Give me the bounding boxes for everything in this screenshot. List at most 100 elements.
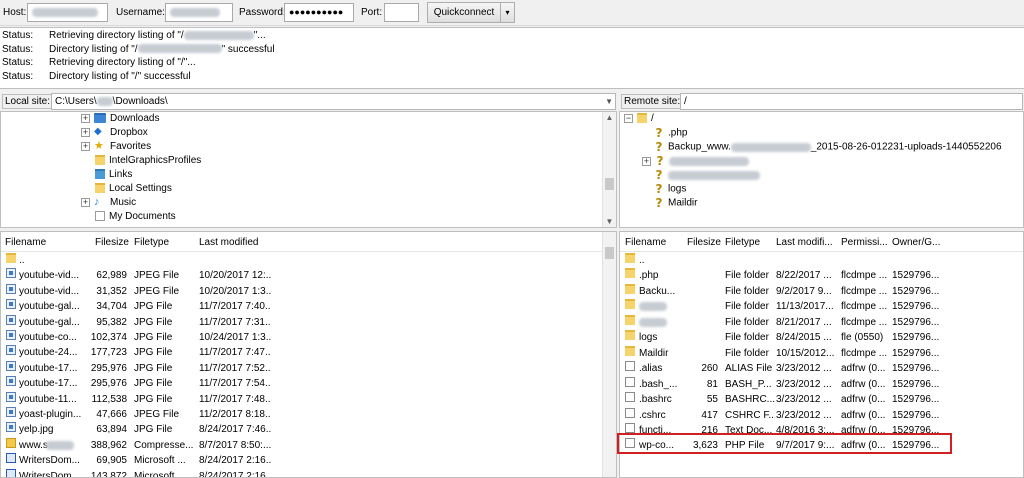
column-header-owner[interactable]: Owner/G...	[892, 237, 940, 248]
password-field[interactable]: ●●●●●●●●●●	[284, 3, 354, 22]
image-file-icon	[6, 299, 16, 310]
tree-item[interactable]: + Downloads	[81, 112, 159, 126]
host-field[interactable]	[27, 3, 108, 22]
column-header-filename[interactable]: Filename	[5, 237, 46, 248]
file-row[interactable]: youtube-24... 177,723 JPG File 11/7/2017 7:…	[1, 345, 616, 361]
file-name: ..	[639, 255, 645, 266]
quickconnect-dropdown[interactable]: ▾	[501, 2, 515, 23]
log-redacted	[183, 30, 254, 40]
chevron-down-icon[interactable]: ▼	[605, 94, 613, 109]
file-type: BASHRC...	[725, 394, 775, 406]
file-row[interactable]: logs File folder 8/24/2015 ... fle (0550) 15…	[620, 330, 1023, 346]
file-permissions: flcdmpe ...	[841, 285, 888, 297]
tree-item[interactable]: ? .php	[654, 126, 688, 140]
tree-item[interactable]: My Documents	[95, 210, 176, 224]
file-row[interactable]: WritersDom... 69,905 Microsoft ... 8/24/201…	[1, 453, 616, 469]
music-icon: ♪	[94, 196, 100, 209]
log-key: Status:	[2, 30, 34, 41]
file-row[interactable]: File folder 11/13/2017... flcdmpe ... 15297…	[620, 299, 1023, 315]
tree-item[interactable]: − /	[624, 112, 654, 126]
file-size: 388,962	[90, 439, 127, 451]
tree-item[interactable]: IntelGraphicsProfiles	[95, 154, 201, 168]
file-row[interactable]: www.s 388,962 Compresse... 8/7/2017 8:50:..…	[1, 437, 616, 454]
file-row[interactable]: youtube-co... 102,374 JPG File 10/24/2017 1…	[1, 330, 616, 346]
tree-label: Local Settings	[109, 183, 172, 194]
tree-item[interactable]: ? logs	[654, 182, 687, 196]
scroll-thumb[interactable]	[605, 247, 614, 259]
file-row[interactable]: .alias 260 ALIAS File 3/23/2012 ... adfrw (0…	[620, 361, 1023, 377]
file-row[interactable]: ..	[1, 253, 616, 269]
file-row[interactable]: .bash_... 81 BASH_P... 3/23/2012 ... adfrw (…	[620, 376, 1023, 393]
column-header-filetype[interactable]: Filetype	[134, 237, 169, 248]
file-row[interactable]: .php File folder 8/22/2017 ... flcdmpe ... 1…	[620, 268, 1023, 284]
file-row[interactable]: ..	[620, 253, 1023, 269]
file-row[interactable]: .bashrc 55 BASHRC... 3/23/2012 ... adfrw (0.…	[620, 392, 1023, 408]
local-site-path[interactable]: C:\Users\ \Downloads\ ▼	[51, 93, 616, 110]
file-modified: 3/23/2012 ...	[776, 394, 832, 406]
tree-item[interactable]: Links	[95, 168, 132, 182]
column-header-filetype[interactable]: Filetype	[725, 237, 760, 248]
file-row[interactable]: WritersDom... 143,872 Microsoft ... 8/24/20…	[1, 468, 616, 477]
file-type: BASH_P...	[725, 378, 772, 390]
file-size: 31,352	[96, 285, 127, 297]
message-log[interactable]: Status: Retrieving directory listing of "…	[0, 27, 1024, 89]
file-row[interactable]: yelp.jpg 63,894 JPG File 8/24/2017 7:46...	[1, 422, 616, 438]
file-modified: 8/7/2017 8:50:...	[199, 439, 271, 451]
file-row[interactable]: Maildir File folder 10/15/2012... flcdmpe .…	[620, 345, 1023, 362]
tree-item[interactable]: + ♪ Music	[81, 196, 136, 210]
tree-item[interactable]: ?	[654, 168, 760, 182]
scroll-thumb[interactable]	[605, 178, 614, 190]
column-header-filesize[interactable]: Filesize	[95, 237, 129, 248]
username-field[interactable]	[165, 3, 233, 22]
file-modified: 11/7/2017 7:40...	[199, 301, 271, 313]
file-type: CSHRC F...	[725, 409, 775, 421]
column-header-modified[interactable]: Last modifi...	[776, 237, 833, 248]
file-row[interactable]: youtube-vid... 62,989 JPEG File 10/20/2017 …	[1, 268, 616, 284]
file-modified: 10/20/2017 1:3...	[199, 285, 271, 297]
expand-icon[interactable]: +	[81, 197, 90, 207]
file-size: 295,976	[90, 362, 127, 374]
file-name: logs	[639, 332, 658, 344]
file-row[interactable]: yoast-plugin... 47,666 JPEG File 11/2/2017 …	[1, 407, 616, 423]
tree-item[interactable]: +?	[642, 154, 749, 168]
collapse-icon[interactable]: −	[624, 113, 633, 123]
local-tree: + Downloads + ◆ Dropbox + ★ Favorites IntelGr…	[0, 111, 617, 228]
expand-icon[interactable]: +	[81, 127, 90, 137]
tree-item[interactable]: ? Backup_www. _2015-08-26-012231-uploads-1…	[654, 140, 1002, 154]
file-row[interactable]: youtube-17... 295,976 JPG File 11/7/2017 7:…	[1, 360, 616, 377]
quickconnect-button[interactable]: Quickconnect	[427, 2, 501, 23]
tree-item[interactable]: Local Settings	[95, 182, 172, 196]
tree-item[interactable]: + ★ Favorites	[81, 140, 151, 154]
file-row[interactable]: youtube-vid... 31,352 JPEG File 10/20/2017 …	[1, 283, 616, 300]
file-row[interactable]: Backu... File folder 9/2/2017 9... flcdmpe …	[620, 283, 1023, 300]
scroll-up-icon[interactable]: ▲	[603, 113, 616, 122]
column-header-permissions[interactable]: Permissi...	[841, 237, 888, 248]
image-file-icon	[6, 360, 16, 371]
file-row[interactable]: File folder 8/21/2017 ... flcdmpe ... 15297…	[620, 314, 1023, 331]
tree-item[interactable]: ? Maildir	[654, 196, 698, 210]
expand-icon[interactable]: +	[81, 141, 90, 151]
expand-icon[interactable]: +	[81, 113, 90, 123]
file-row[interactable]: youtube-gal... 34,704 JPG File 11/7/2017 7:…	[1, 299, 616, 315]
local-list-scrollbar[interactable]	[602, 232, 616, 477]
file-type: JPEG File	[134, 285, 180, 297]
column-header-filename[interactable]: Filename	[625, 237, 666, 248]
file-row[interactable]: .cshrc 417 CSHRC F... 3/23/2012 ... adfrw (0…	[620, 407, 1023, 424]
file-type: JPEG File	[134, 409, 180, 420]
file-size: 55	[706, 394, 718, 406]
log-text-end: " successful	[221, 43, 275, 55]
expand-icon[interactable]: +	[642, 156, 651, 166]
file-row[interactable]: youtube-11... 112,538 JPG File 11/7/2017 7:…	[1, 391, 616, 408]
remote-site-path[interactable]: /	[680, 93, 1023, 110]
local-tree-scrollbar[interactable]: ▲ ▼	[602, 112, 616, 227]
port-field[interactable]	[384, 3, 419, 22]
column-header-modified[interactable]: Last modified	[199, 237, 258, 248]
tree-item[interactable]: + ◆ Dropbox	[81, 126, 148, 140]
file-row[interactable]: youtube-gal... 95,382 JPG File 11/7/2017 7:…	[1, 314, 616, 331]
folder-icon	[625, 314, 635, 325]
column-header-filesize[interactable]: Filesize	[687, 237, 721, 248]
file-modified: 11/7/2017 7:48...	[199, 393, 271, 405]
file-modified: 8/21/2017 ...	[776, 316, 832, 328]
file-row[interactable]: youtube-17... 295,976 JPG File 11/7/2017 7:…	[1, 376, 616, 392]
scroll-down-icon[interactable]: ▼	[603, 217, 616, 226]
